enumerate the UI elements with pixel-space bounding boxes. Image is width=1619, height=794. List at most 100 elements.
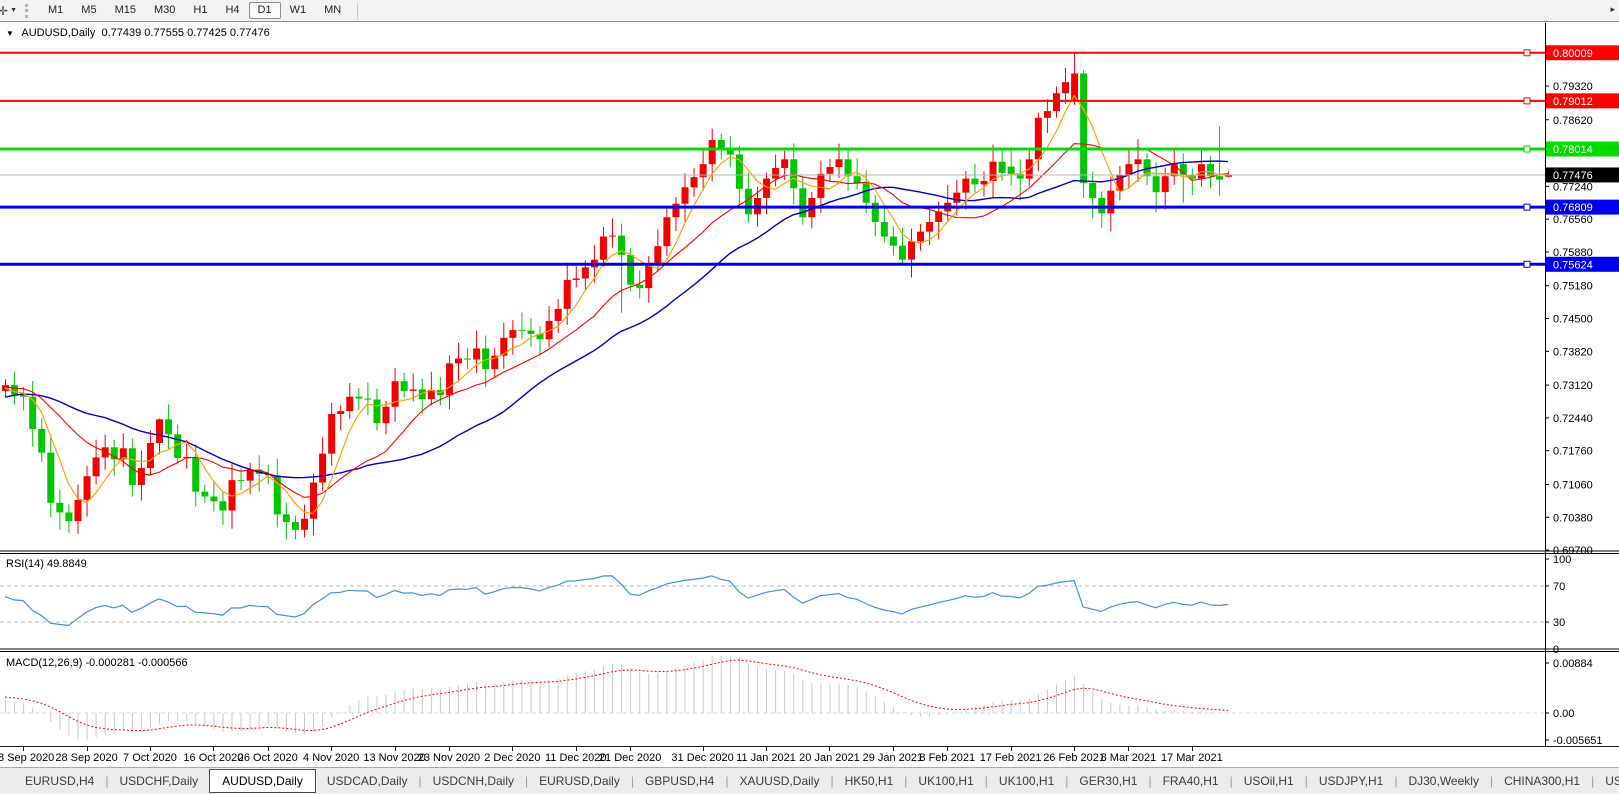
date-tick bbox=[87, 747, 88, 751]
chart-tab-hk50-h1[interactable]: HK50,H1 bbox=[834, 771, 905, 791]
timeframe-button-d1[interactable]: D1 bbox=[249, 2, 281, 19]
date-label: 23 Nov 2020 bbox=[418, 752, 480, 764]
svg-text:0.74500: 0.74500 bbox=[1553, 314, 1593, 326]
chart-tab-usdcnh-daily[interactable]: USDCNH,Daily bbox=[422, 771, 525, 791]
toolbar-separator bbox=[357, 3, 358, 19]
chart-tab-usdchf-daily[interactable]: USDCHF,Daily bbox=[108, 771, 209, 791]
chart-tab-eurusd-daily[interactable]: EURUSD,Daily bbox=[528, 771, 631, 791]
svg-text:0.73120: 0.73120 bbox=[1553, 380, 1593, 392]
chart-tab-usoil-h1[interactable]: USOil,H1 bbox=[1233, 771, 1305, 791]
chart-tab-usdjpy-h1[interactable]: USDJPY,H1 bbox=[1308, 771, 1394, 791]
date-tick bbox=[268, 747, 269, 751]
svg-text:70: 70 bbox=[1553, 581, 1565, 593]
chart-tab-china300-h1[interactable]: CHINA300,H1 bbox=[1493, 771, 1591, 791]
timeframe-button-m30[interactable]: M30 bbox=[145, 2, 184, 19]
date-tick bbox=[512, 747, 513, 751]
chart-tab-usoil[interactable]: USOil bbox=[1594, 771, 1619, 791]
chart-tab-fra40-h1[interactable]: FRA40,H1 bbox=[1152, 771, 1230, 791]
date-tick bbox=[829, 747, 830, 751]
svg-text:100: 100 bbox=[1553, 554, 1571, 566]
svg-text:0.76809: 0.76809 bbox=[1553, 202, 1593, 214]
chart-tab-ger30-h1[interactable]: GER30,H1 bbox=[1068, 771, 1148, 791]
svg-text:0.78620: 0.78620 bbox=[1553, 115, 1593, 127]
cursor-dropdown-caret-icon[interactable]: ▼ bbox=[10, 7, 17, 14]
svg-text:0.70380: 0.70380 bbox=[1553, 512, 1593, 524]
date-label: 29 Jan 2021 bbox=[863, 752, 924, 764]
date-label: 20 Jan 2021 bbox=[799, 752, 860, 764]
date-tick bbox=[1128, 747, 1129, 751]
chart-symbol-label: AUDUSD,Daily bbox=[21, 27, 95, 39]
chart-tab-gbpusd-h4[interactable]: GBPUSD,H4 bbox=[634, 771, 725, 791]
date-label: 26 Oct 2020 bbox=[238, 752, 298, 764]
date-label: 17 Mar 2021 bbox=[1161, 752, 1223, 764]
date-tick bbox=[23, 747, 24, 751]
date-tick bbox=[395, 747, 396, 751]
svg-text:0.75180: 0.75180 bbox=[1553, 281, 1593, 293]
toolbar-grip[interactable] bbox=[25, 4, 31, 18]
rsi-line bbox=[5, 576, 1228, 626]
svg-text:0.78014: 0.78014 bbox=[1553, 144, 1593, 156]
svg-text:0.76560: 0.76560 bbox=[1553, 214, 1593, 226]
date-label: 13 Nov 2020 bbox=[363, 752, 425, 764]
macd-panel: 0.008840.00-0.005651 bbox=[0, 656, 1603, 746]
date-label: 26 Feb 2021 bbox=[1043, 752, 1105, 764]
date-label: 2 Dec 2020 bbox=[484, 752, 540, 764]
date-tick bbox=[630, 747, 631, 751]
toolbar-overflow-chevron-icon[interactable]: ▸ bbox=[1610, 4, 1615, 15]
trading-platform-window: ✛ ▼ M1M5M15M30H1H4D1W1MN ▸ 0.79320 0.7862… bbox=[0, 0, 1619, 794]
timeframe-button-h1[interactable]: H1 bbox=[184, 2, 216, 19]
timeframe-button-w1[interactable]: W1 bbox=[281, 2, 316, 19]
date-label: 8 Feb 2021 bbox=[919, 752, 975, 764]
date-label: 8 Mar 2021 bbox=[1101, 752, 1157, 764]
svg-text:0.71760: 0.71760 bbox=[1553, 446, 1593, 458]
svg-text:0: 0 bbox=[1553, 644, 1559, 656]
chart-tab-uk100-h1[interactable]: UK100,H1 bbox=[988, 771, 1065, 791]
hline-handle[interactable] bbox=[1524, 261, 1530, 267]
chart-tab-usdcad-daily[interactable]: USDCAD,Daily bbox=[316, 771, 419, 791]
chart-tab-audusd-daily[interactable]: AUDUSD,Daily bbox=[209, 769, 316, 793]
horizontal-lines-layer[interactable] bbox=[0, 50, 1545, 268]
svg-text:0.77476: 0.77476 bbox=[1553, 170, 1593, 182]
hline-handle[interactable] bbox=[1524, 98, 1530, 104]
chart-area[interactable]: 0.793200.786200.779400.772400.765600.758… bbox=[0, 23, 1619, 746]
svg-text:0.75624: 0.75624 bbox=[1553, 259, 1593, 271]
date-tick bbox=[213, 747, 214, 751]
date-axis[interactable]: 18 Sep 202028 Sep 2020 7 Oct 2020 16 Oct 2… bbox=[0, 746, 1619, 767]
candles-layer bbox=[2, 53, 1232, 540]
date-tick bbox=[150, 747, 151, 751]
svg-text:0.79320: 0.79320 bbox=[1553, 81, 1593, 93]
timeframe-button-mn[interactable]: MN bbox=[315, 2, 350, 19]
timeframe-button-h4[interactable]: H4 bbox=[216, 2, 248, 19]
date-label: 11 Jan 2021 bbox=[736, 752, 796, 764]
svg-text:0.73820: 0.73820 bbox=[1553, 346, 1593, 358]
rsi-panel: 100 70 30 0 bbox=[0, 554, 1571, 656]
date-tick bbox=[947, 747, 948, 751]
date-label: 7 Oct 2020 bbox=[123, 752, 177, 764]
svg-text:0.79012: 0.79012 bbox=[1553, 96, 1593, 108]
hline-handle[interactable] bbox=[1524, 146, 1530, 152]
chart-ohlc-values: 0.77439 0.77555 0.77425 0.77476 bbox=[101, 27, 269, 39]
ma-fast-line bbox=[5, 96, 1228, 514]
date-tick bbox=[1074, 747, 1075, 751]
hline-handle[interactable] bbox=[1524, 204, 1530, 210]
timeframe-button-m15[interactable]: M15 bbox=[106, 2, 145, 19]
date-label: 16 Oct 2020 bbox=[183, 752, 243, 764]
timeframe-toolbar: ✛ ▼ M1M5M15M30H1H4D1W1MN ▸ bbox=[0, 0, 1619, 22]
symbol-dropdown-caret-icon[interactable]: ▼ bbox=[6, 29, 14, 38]
date-label: 28 Sep 2020 bbox=[55, 752, 117, 764]
date-label: 21 Dec 2020 bbox=[599, 752, 661, 764]
chart-title: ▼ AUDUSD,Daily 0.77439 0.77555 0.77425 0… bbox=[6, 27, 270, 39]
crosshair-cursor-icon[interactable]: ✛ bbox=[0, 4, 9, 18]
hline-handle[interactable] bbox=[1524, 50, 1530, 56]
timeframe-button-m5[interactable]: M5 bbox=[72, 2, 105, 19]
svg-text:30: 30 bbox=[1553, 617, 1565, 629]
date-label: 18 Sep 2020 bbox=[0, 752, 54, 764]
svg-text:-0.005651: -0.005651 bbox=[1553, 735, 1603, 746]
chart-tab-uk100-h1[interactable]: UK100,H1 bbox=[907, 771, 984, 791]
timeframe-button-m1[interactable]: M1 bbox=[39, 2, 72, 19]
chart-tab-eurusd-h4[interactable]: EURUSD,H4 bbox=[14, 771, 105, 791]
macd-indicator-label: MACD(12,26,9) -0.000281 -0.000566 bbox=[6, 657, 188, 669]
chart-tab-dj30-weekly[interactable]: DJ30,Weekly bbox=[1397, 771, 1489, 791]
rsi-indicator-label: RSI(14) 49.8849 bbox=[6, 558, 87, 570]
chart-tab-xauusd-daily[interactable]: XAUUSD,Daily bbox=[728, 771, 830, 791]
